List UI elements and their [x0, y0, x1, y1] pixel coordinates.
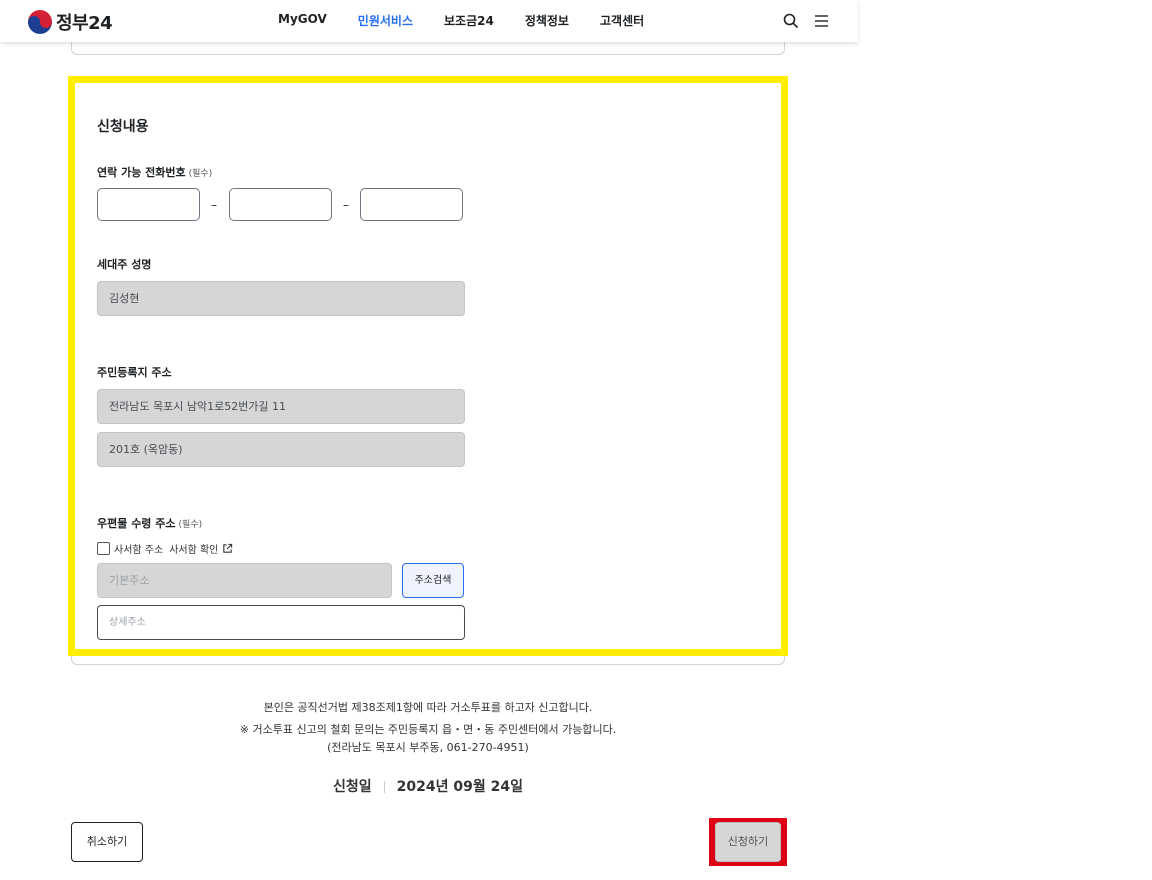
submit-button[interactable]: 신청하기: [715, 822, 781, 862]
application-details-section: 신청내용 연락 가능 전화번호 (필수) – – 세대주 성명 김성현 주민등록지…: [68, 76, 788, 656]
address-search-button[interactable]: 주소검색: [402, 563, 464, 598]
external-link-icon[interactable]: [222, 543, 233, 554]
required-mark: (필수): [188, 169, 213, 179]
apply-date-row: 신청일 2024년 09월 24일: [0, 776, 856, 796]
required-mark: (필수): [178, 520, 203, 530]
nav-policy-info[interactable]: 정책정보: [525, 12, 569, 29]
nav-subsidy[interactable]: 보조금24: [444, 12, 494, 29]
phone-part2-input[interactable]: [229, 188, 332, 221]
po-box-checkbox-row: 사서함 주소 사서함 확인: [97, 541, 233, 556]
resident-address-line2: 201호 (옥암동): [97, 432, 465, 467]
cancel-button[interactable]: 취소하기: [71, 822, 143, 862]
phone-label: 연락 가능 전화번호 (필수): [97, 166, 213, 179]
top-header: 정부24 MyGOV 민원서비스 보조금24 정책정보 고객센터: [0, 0, 858, 42]
householder-label: 세대주 성명: [97, 258, 152, 271]
resident-address-line1: 전라남도 목포시 남악1로52번가길 11: [97, 389, 465, 424]
withdrawal-notice: ※ 거소투표 신고의 철회 문의는 주민등록지 읍・면・동 주민센터에서 가능합…: [239, 723, 617, 736]
apply-date-value: 2024년 09월 24일: [396, 779, 523, 795]
nav-customer-center[interactable]: 고객센터: [600, 12, 644, 29]
main-nav: MyGOV 민원서비스 보조금24 정책정보 고객센터: [278, 12, 675, 29]
declaration-text: 본인은 공직선거법 제38조제1항에 따라 거소투표를 하고자 신고합니다.: [263, 701, 593, 714]
po-box-check-link[interactable]: 사서함 확인: [169, 541, 218, 556]
phone-part1-input[interactable]: [97, 188, 200, 221]
phone-dash: –: [211, 198, 217, 212]
taegeuk-logo-icon: [28, 10, 52, 34]
phone-part3-input[interactable]: [360, 188, 463, 221]
phone-dash: –: [343, 198, 349, 212]
mail-address-label: 우편물 수령 주소 (필수): [97, 517, 203, 530]
section-title: 신청내용: [97, 119, 149, 135]
po-box-checkbox[interactable]: [97, 542, 110, 555]
date-divider: [383, 781, 385, 793]
hamburger-menu-icon[interactable]: [813, 12, 831, 30]
base-address-field: 기본주소: [97, 563, 392, 598]
nav-civil-service[interactable]: 민원서비스: [358, 12, 413, 29]
nav-mygov[interactable]: MyGOV: [278, 12, 327, 29]
contact-info: (전라남도 목포시 부주동, 061-270-4951): [327, 741, 529, 754]
householder-name-field: 김성현: [97, 281, 465, 316]
detail-address-input[interactable]: 상세주소: [97, 605, 465, 640]
apply-date-label: 신청일: [333, 779, 372, 795]
logo-text: 정부24: [56, 13, 113, 34]
search-icon[interactable]: [782, 12, 800, 30]
po-box-checkbox-label[interactable]: 사서함 주소: [114, 541, 163, 556]
resident-address-label: 주민등록지 주소: [97, 366, 172, 379]
site-logo[interactable]: 정부24: [28, 9, 113, 35]
